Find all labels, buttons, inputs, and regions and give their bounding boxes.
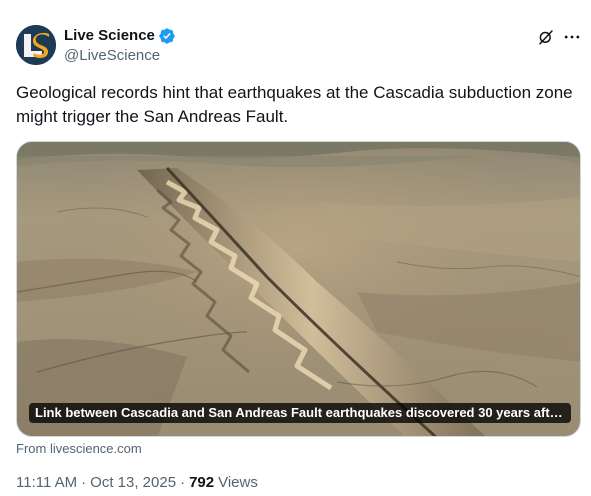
views-label[interactable]: Views [218,474,258,492]
tweet-time[interactable]: 11:11 AM [16,474,77,492]
author-display-name[interactable]: Live Science [64,27,155,45]
more-icon [564,35,580,39]
grok-button[interactable] [535,26,557,48]
link-card[interactable]: Link between Cascadia and San Andreas Fa… [16,141,581,437]
grok-icon [539,30,553,45]
card-source-link[interactable]: From livescience.com [16,441,142,457]
author-name-row[interactable]: Live Science [64,27,176,45]
avatar[interactable] [16,25,56,65]
author-handle[interactable]: @LiveScience [64,47,160,65]
tweet-meta: 11:11 AM · Oct 13, 2025 · 792 Views [16,474,258,492]
tweet-text: Geological records hint that earthquakes… [16,83,573,126]
meta-separator: · [180,474,186,491]
meta-separator: · [81,474,87,491]
avatar-logo-icon [16,25,56,65]
views-count[interactable]: 792 [189,474,214,492]
tweet-date[interactable]: Oct 13, 2025 [90,474,176,492]
verified-badge-icon [158,27,176,45]
more-options-button[interactable] [560,26,584,48]
fault-aerial-photo [17,142,580,436]
card-title[interactable]: Link between Cascadia and San Andreas Fa… [29,403,571,423]
